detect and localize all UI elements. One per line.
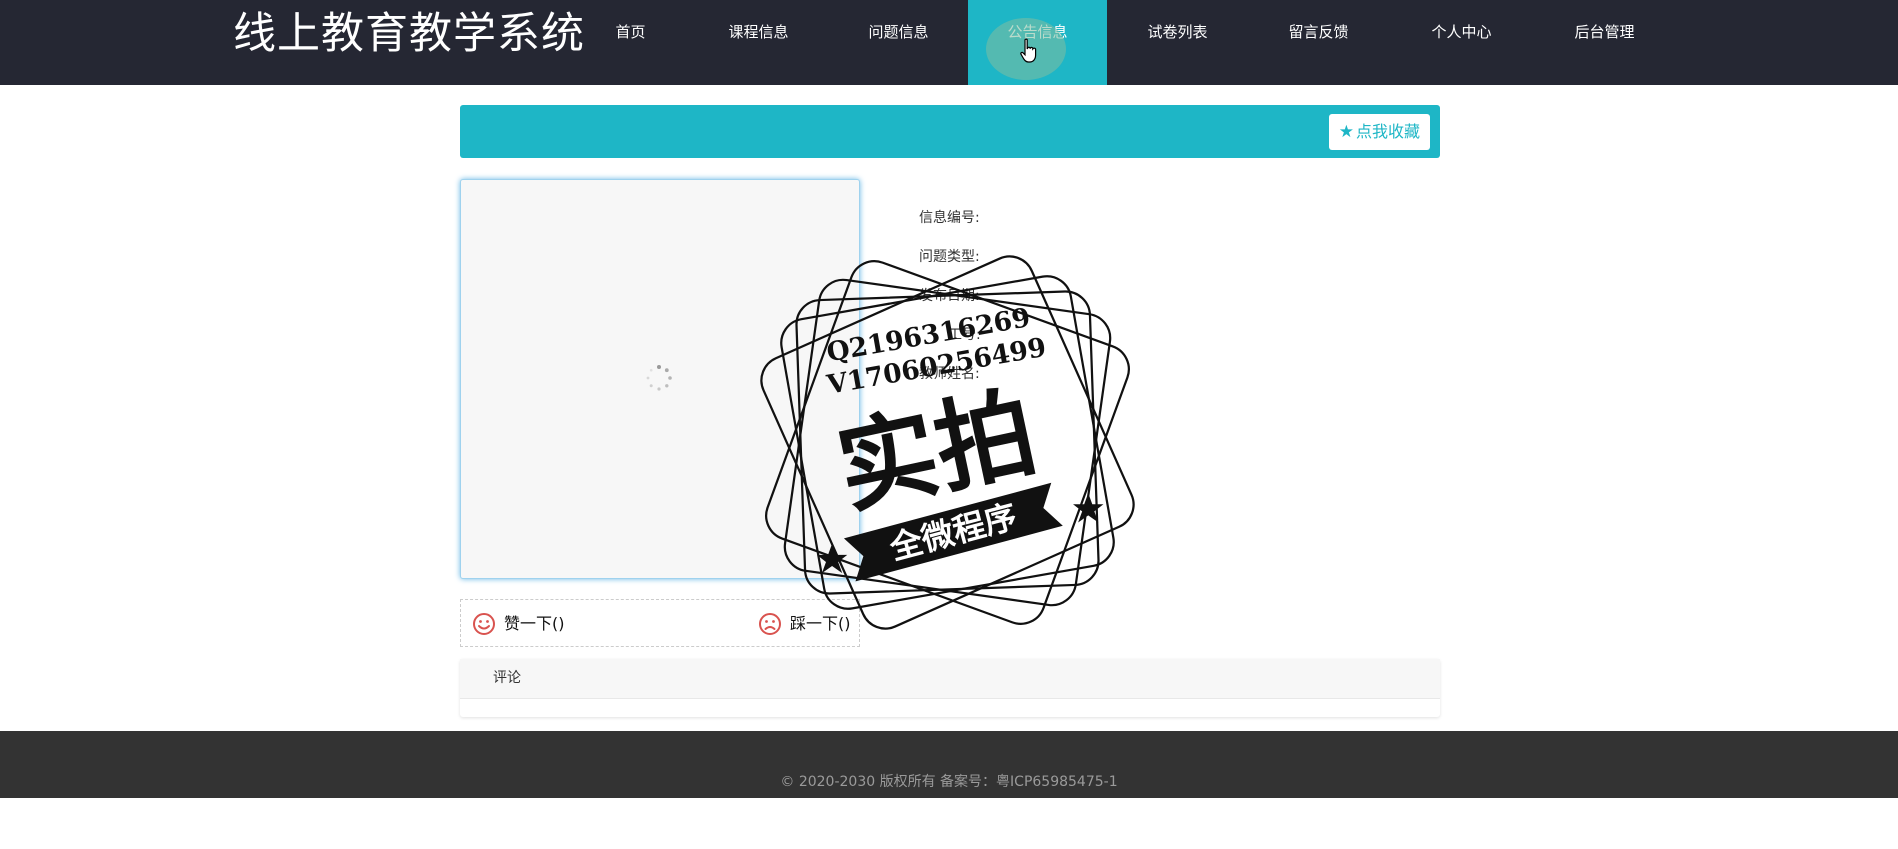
nav-course-info[interactable]: 课程信息 bbox=[689, 0, 828, 85]
hand-cursor-icon bbox=[1020, 38, 1037, 63]
top-navbar: 线上教育教学系统 首页 课程信息 问题信息 公告信息 试卷列表 留言反馈 个人中… bbox=[0, 0, 1898, 85]
nav-question-info[interactable]: 问题信息 bbox=[829, 0, 968, 85]
watermark-star-icon bbox=[1073, 493, 1104, 523]
nav-feedback[interactable]: 留言反馈 bbox=[1249, 0, 1388, 85]
detail-banner: ★ 点我收藏 bbox=[460, 105, 1440, 158]
like-label: 赞一下() bbox=[504, 614, 565, 633]
nav-exam-list[interactable]: 试卷列表 bbox=[1108, 0, 1247, 85]
nav-personal-center[interactable]: 个人中心 bbox=[1392, 0, 1531, 85]
favorite-button-label: 点我收藏 bbox=[1355, 122, 1420, 141]
nav-home[interactable]: 首页 bbox=[561, 0, 700, 85]
copyright-text: © 2020-2030 版权所有 备案号：粤ICP65985475-1 bbox=[780, 774, 1118, 790]
star-icon: ★ bbox=[1338, 122, 1354, 142]
site-title: 线上教育教学系统 bbox=[233, 9, 585, 59]
favorite-button[interactable]: ★ 点我收藏 bbox=[1328, 114, 1430, 150]
watermark-stamp: Q2196316269 V17060256499 实拍 全微程序 bbox=[760, 255, 1135, 630]
loading-spinner-icon bbox=[646, 365, 672, 391]
comments-title: 评论 bbox=[460, 659, 1440, 699]
nav-admin[interactable]: 后台管理 bbox=[1535, 0, 1674, 85]
comments-panel: 评论 bbox=[460, 659, 1440, 717]
footer: © 2020-2030 版权所有 备案号：粤ICP65985475-1 bbox=[0, 731, 1898, 798]
smile-icon bbox=[473, 613, 495, 635]
